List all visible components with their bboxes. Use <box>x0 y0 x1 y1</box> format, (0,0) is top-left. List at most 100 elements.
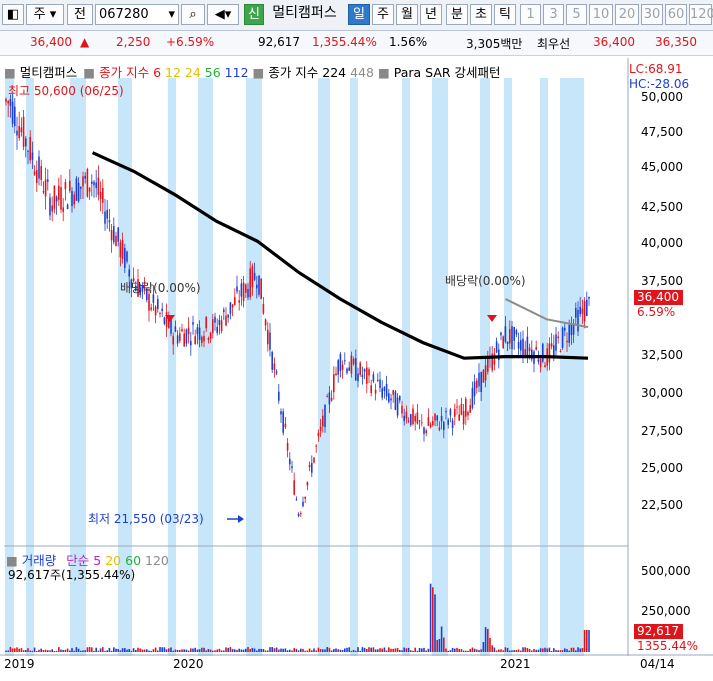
candle-down <box>247 288 249 298</box>
volume-bar <box>379 648 381 652</box>
x-tick-label: 2019 <box>4 657 35 671</box>
volume-bars <box>5 583 590 652</box>
candle-up <box>405 411 408 419</box>
candle-down <box>229 302 232 314</box>
volume-bar <box>16 647 18 652</box>
volume-bar <box>97 650 100 652</box>
volume-bar <box>181 649 183 652</box>
candle-up <box>115 235 117 247</box>
volume-bar <box>262 649 265 652</box>
candle-up <box>22 116 25 147</box>
volume-bar <box>460 649 463 652</box>
volume-bar <box>383 647 386 652</box>
candle-up <box>97 177 100 195</box>
volume-bar <box>5 650 7 652</box>
candle-up <box>5 99 7 102</box>
candle-down <box>218 319 221 326</box>
volume-bar <box>168 648 170 652</box>
candle-up <box>350 355 353 374</box>
volume-bar <box>179 649 181 652</box>
volume-bar <box>366 649 368 652</box>
y-tick-label: 25,000 <box>641 461 683 475</box>
volume-bar <box>49 650 51 652</box>
volume-bar <box>152 649 155 652</box>
highlight-band <box>198 78 213 656</box>
candle-up <box>121 240 124 259</box>
volume-bar <box>302 648 304 652</box>
dividend-annotation: 배당락(0.00%) <box>120 281 201 295</box>
dividend-annotation: 배당락(0.00%) <box>445 274 526 288</box>
candle-down <box>449 409 452 416</box>
candle-down <box>390 398 392 401</box>
volume-bar <box>344 648 346 652</box>
volume-bar <box>337 649 339 652</box>
highlight-band <box>402 78 410 656</box>
volume-bar <box>561 650 564 652</box>
volume-bar <box>449 650 452 652</box>
volume-bar <box>69 650 71 652</box>
volume-bar <box>9 647 12 652</box>
candle-up <box>434 413 436 421</box>
candle-down <box>577 309 579 332</box>
volume-bar <box>284 648 287 652</box>
candle-down <box>236 286 238 292</box>
volume-bar <box>174 649 177 652</box>
volume-bar <box>575 650 577 652</box>
candle-up <box>304 496 306 499</box>
legend-ma-title: 종가 지수 <box>99 65 150 80</box>
candle-up <box>581 308 584 314</box>
candle-up <box>150 307 152 310</box>
candle-up <box>267 329 269 345</box>
candle-down <box>174 326 177 332</box>
volume-bar <box>544 647 546 652</box>
volume-bar <box>506 647 509 652</box>
volume-bar <box>192 648 194 652</box>
y-tick-label: 40,000 <box>641 236 683 250</box>
candle-up <box>205 316 207 329</box>
volume-bar <box>537 649 540 652</box>
candle-up <box>51 205 53 212</box>
volume-bar <box>150 650 152 652</box>
volume-bar <box>66 648 69 652</box>
candle-up <box>154 306 157 316</box>
candle-up <box>550 343 553 347</box>
candle-down <box>478 372 480 387</box>
volume-bar <box>495 650 498 652</box>
candle-up <box>559 351 562 353</box>
candle-up <box>421 422 423 424</box>
candle-down <box>11 101 14 124</box>
candle-down <box>93 181 95 186</box>
volume-ma120: 120 <box>145 553 169 568</box>
candle-up <box>308 464 311 468</box>
candle-up <box>187 327 190 335</box>
volume-bar <box>522 647 524 652</box>
volume-bar <box>355 650 357 652</box>
volume-bar <box>436 639 438 652</box>
candle-down <box>522 338 524 356</box>
candle-down <box>572 324 575 335</box>
volume-bar <box>504 647 507 652</box>
candle-down <box>104 211 106 224</box>
volume-bar <box>577 647 579 652</box>
volume-bar <box>130 650 133 652</box>
volume-bar <box>322 649 324 652</box>
candle-up <box>306 481 309 486</box>
volume-bar <box>245 648 247 652</box>
candle-down <box>227 314 229 318</box>
candle-down <box>161 308 163 312</box>
volume-bar <box>223 650 225 652</box>
candle-down <box>381 388 383 398</box>
candle-down <box>561 327 564 348</box>
candle-up <box>33 171 36 175</box>
volume-bar <box>405 648 408 652</box>
candle-up <box>333 374 335 392</box>
volume-bar <box>289 649 291 652</box>
volume-bar <box>77 648 80 652</box>
candle-up <box>412 408 414 425</box>
candle-up <box>566 340 568 343</box>
volume-bar <box>53 650 56 652</box>
volume-bar <box>328 647 331 652</box>
candle-up <box>181 329 183 332</box>
volume-bar <box>22 650 25 652</box>
candle-up <box>366 367 368 384</box>
